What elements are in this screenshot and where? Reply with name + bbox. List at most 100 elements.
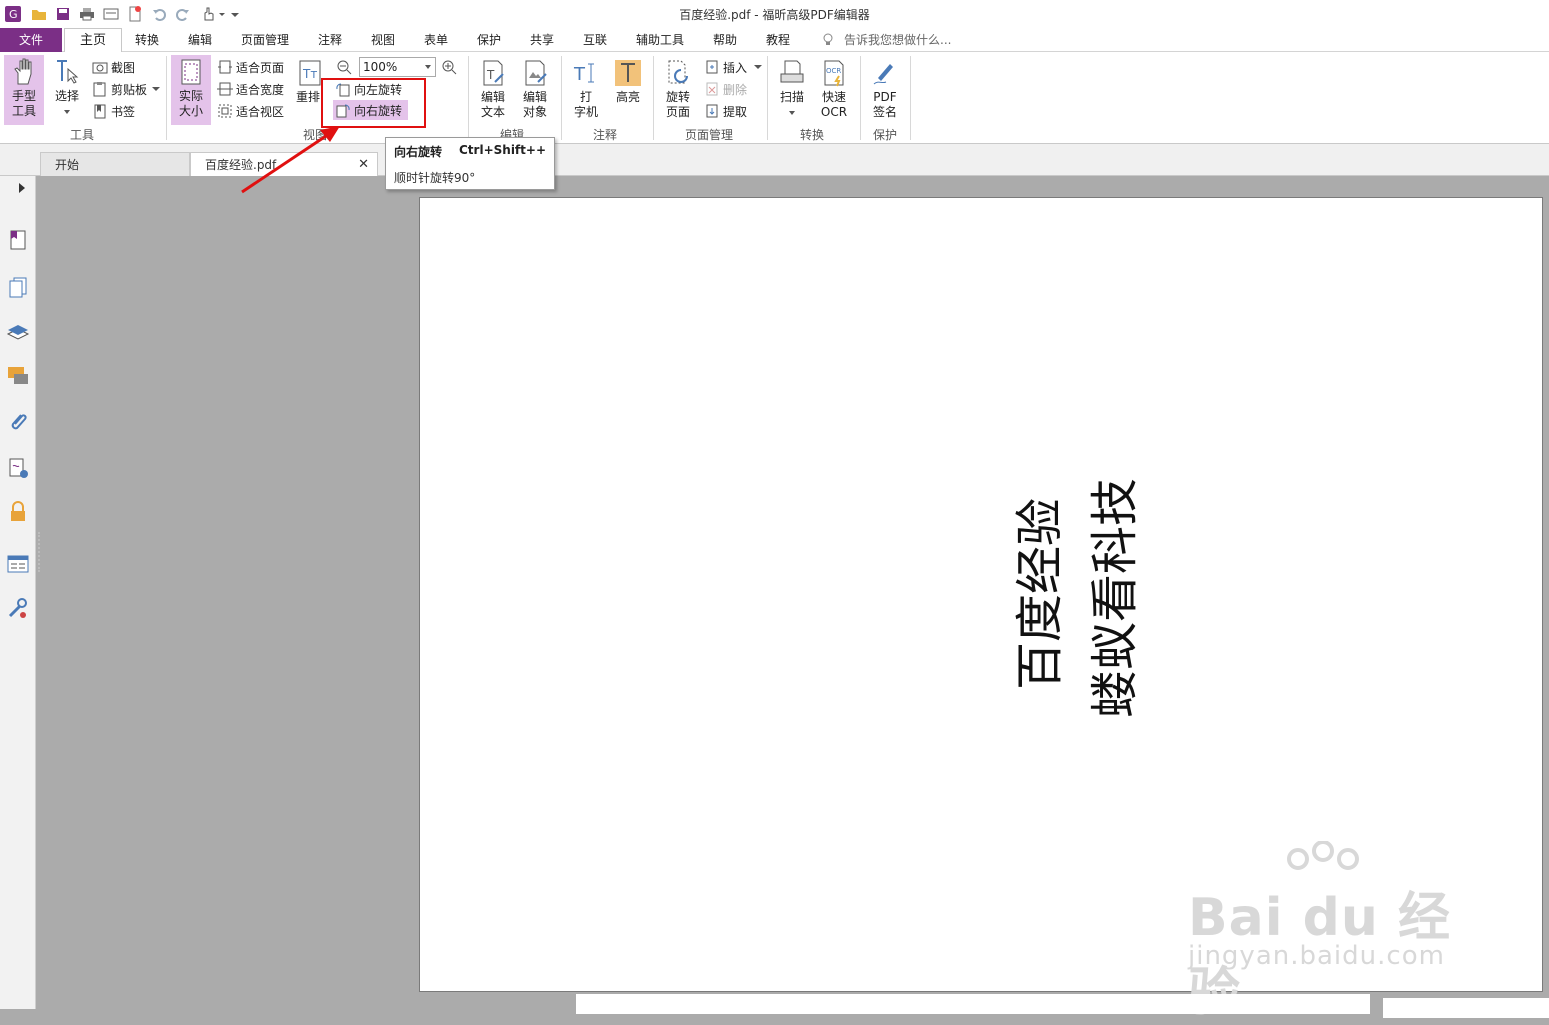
scan-dropdown-icon xyxy=(789,111,795,115)
close-tab-icon[interactable]: ✕ xyxy=(358,153,369,177)
screenshot-button[interactable]: 截图 xyxy=(92,58,135,76)
comments-panel-icon[interactable] xyxy=(6,364,30,388)
fit-width-label: 适合宽度 xyxy=(236,82,285,97)
attachments-panel-icon[interactable] xyxy=(6,410,30,434)
select-label: 选择 xyxy=(54,89,79,103)
lightbulb-icon xyxy=(822,33,834,50)
fit-page-icon xyxy=(218,60,232,74)
expand-panel-icon[interactable] xyxy=(18,182,26,197)
select-button[interactable]: 选择 xyxy=(48,57,86,123)
tab-view[interactable]: 视图 xyxy=(364,28,402,52)
document-tabs: 开始 百度经验.pdf ✕ xyxy=(0,144,1549,176)
layers-panel-icon[interactable] xyxy=(6,320,30,344)
extract-label: 提取 xyxy=(723,104,748,119)
fit-visible-button[interactable]: 适合视区 xyxy=(217,102,284,120)
fit-width-button[interactable]: 适合宽度 xyxy=(217,80,284,98)
tab-tutorial[interactable]: 教程 xyxy=(759,28,797,52)
rotate-right-tooltip: 向右旋转 Ctrl+Shift++ 顺时针旋转90° xyxy=(385,137,555,190)
form-fields-panel-icon[interactable] xyxy=(6,552,30,576)
page-text-mayi-kejji: 蝼蚁看科技 xyxy=(1087,478,1143,719)
actual-size-label: 实际 大小 xyxy=(178,89,203,118)
clipboard-icon xyxy=(93,82,106,97)
edit-object-icon xyxy=(525,60,547,86)
insert-button[interactable]: 插入 xyxy=(704,58,763,76)
camera-icon xyxy=(92,62,108,74)
ribbon-separator xyxy=(767,56,768,140)
fit-page-button[interactable]: 适合页面 xyxy=(217,58,284,76)
edit-text-label: 编辑 文本 xyxy=(480,90,505,119)
highlight-icon xyxy=(615,60,641,86)
doc-tab-start[interactable]: 开始 xyxy=(40,152,190,176)
typewriter-button[interactable]: T 打 字机 xyxy=(567,58,605,124)
page-text-baidu-jingyan: 百度经验 xyxy=(1012,498,1068,691)
zoom-dropdown-icon xyxy=(425,65,431,69)
tab-form[interactable]: 表单 xyxy=(417,28,455,52)
highlight-label: 高亮 xyxy=(615,90,640,104)
scan-button[interactable]: 扫描 xyxy=(773,58,811,124)
ribbon-separator xyxy=(468,56,469,140)
select-dropdown-icon xyxy=(64,110,70,114)
tab-edit[interactable]: 编辑 xyxy=(181,28,219,52)
edit-text-button[interactable]: T 编辑 文本 xyxy=(474,58,512,124)
panel-resize-handle[interactable] xyxy=(38,532,41,572)
security-lock-icon[interactable] xyxy=(6,500,30,524)
extract-page-icon xyxy=(706,104,718,118)
wrench-tools-icon[interactable] xyxy=(6,596,30,620)
actual-size-button[interactable]: 实际 大小 xyxy=(171,55,211,125)
tab-share[interactable]: 共享 xyxy=(523,28,561,52)
window-title: 百度经验.pdf - 福昕高级PDF编辑器 xyxy=(679,8,870,22)
bookmark-label: 书签 xyxy=(111,104,136,119)
edit-object-label: 编辑 对象 xyxy=(522,90,547,119)
group-label-tools: 工具 xyxy=(69,128,94,142)
group-label-comment: 注释 xyxy=(592,128,617,142)
highlight-button[interactable]: 高亮 xyxy=(610,58,646,124)
reflow-label: 重排 xyxy=(296,90,321,104)
tab-help[interactable]: 帮助 xyxy=(706,28,744,52)
watermark-url: jingyan.baidu.com xyxy=(1188,941,1445,971)
scan-label: 扫描 xyxy=(779,90,804,104)
bookmarks-panel-icon[interactable] xyxy=(6,228,30,252)
fit-page-label: 适合页面 xyxy=(236,60,285,75)
tooltip-description: 顺时针旋转90° xyxy=(394,171,476,185)
tab-home[interactable]: 主页 xyxy=(64,28,122,53)
pages-panel-icon[interactable] xyxy=(6,274,30,298)
reflow-button[interactable]: Tт 重排 xyxy=(296,58,324,118)
ocr-icon: OCR xyxy=(824,60,844,87)
hand-tool-button[interactable]: 手型 工具 xyxy=(4,55,44,125)
delete-button[interactable]: 删除 xyxy=(704,80,747,98)
zoom-in-icon[interactable] xyxy=(441,59,457,78)
clipboard-button[interactable]: 剪贴板 xyxy=(92,80,161,98)
tab-connect[interactable]: 互联 xyxy=(576,28,614,52)
insert-page-icon xyxy=(706,60,718,74)
svg-text:OCR: OCR xyxy=(826,67,841,75)
insert-dropdown-icon xyxy=(754,65,763,69)
rotate-page-button[interactable]: 旋转 页面 xyxy=(658,58,698,124)
menu-bar: 文件 主页 转换 编辑 页面管理 注释 视图 表单 保护 共享 互联 辅助工具 … xyxy=(0,28,1549,53)
bookmark-button[interactable]: 书签 xyxy=(92,102,135,120)
fit-visible-label: 适合视区 xyxy=(236,104,285,119)
tab-convert[interactable]: 转换 xyxy=(128,28,166,52)
navigation-panel xyxy=(0,176,40,1009)
search-input[interactable]: 告诉我您想做什么... xyxy=(844,28,951,52)
tab-comment[interactable]: 注释 xyxy=(311,28,349,52)
edit-object-button[interactable]: 编辑 对象 xyxy=(514,58,556,124)
pdf-sign-button[interactable]: PDF 签名 xyxy=(866,58,904,124)
hand-icon xyxy=(14,58,32,85)
ribbon-separator xyxy=(653,56,654,140)
hand-tool-label: 手型 工具 xyxy=(11,89,36,118)
tab-protect[interactable]: 保护 xyxy=(470,28,508,52)
tooltip-title: 向右旋转 xyxy=(394,145,443,159)
tab-accessibility[interactable]: 辅助工具 xyxy=(630,28,690,52)
zoom-out-icon[interactable] xyxy=(336,59,352,78)
delete-page-icon xyxy=(706,82,718,96)
zoom-value: 100% xyxy=(363,60,398,74)
quick-ocr-button[interactable]: OCR 快速 OCR xyxy=(815,58,853,124)
insert-label: 插入 xyxy=(723,60,748,75)
tab-file[interactable]: 文件 xyxy=(0,28,62,52)
edit-text-icon: T xyxy=(483,60,504,86)
signatures-panel-icon[interactable] xyxy=(6,456,30,480)
tab-page-management[interactable]: 页面管理 xyxy=(234,28,296,52)
extract-button[interactable]: 提取 xyxy=(704,102,747,120)
zoom-select[interactable]: 100% xyxy=(359,57,436,77)
quick-ocr-label: 快速 OCR xyxy=(820,90,848,119)
